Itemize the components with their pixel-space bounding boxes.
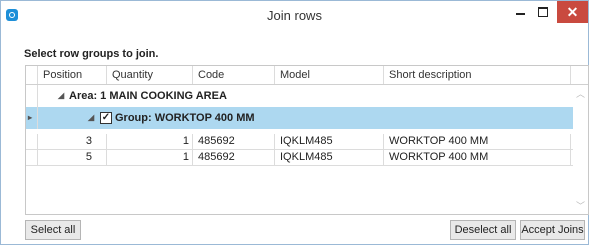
row-selector[interactable] xyxy=(26,85,38,107)
row-groups-grid: Position Quantity Code Model Short descr… xyxy=(25,65,589,215)
checkmark-icon: ✓ xyxy=(101,112,111,123)
column-header-code[interactable]: Code xyxy=(193,66,275,84)
column-header-model[interactable]: Model xyxy=(275,66,384,84)
cell-position: 3 xyxy=(38,134,107,149)
triangle-right-icon: ▸ xyxy=(28,113,33,122)
group-label: Group: WORKTOP 400 MM xyxy=(115,112,255,124)
cell-quantity: 1 xyxy=(107,150,193,165)
accept-joins-button[interactable]: Accept Joins xyxy=(520,220,585,240)
close-icon: ✕ xyxy=(566,3,579,20)
title-bar: Join rows ✕ xyxy=(1,1,588,31)
row-selector[interactable]: ▸ xyxy=(26,107,38,129)
cell-short-description: WORKTOP 400 MM xyxy=(384,134,571,149)
select-all-button[interactable]: Select all xyxy=(25,220,81,240)
column-header-short-description[interactable]: Short description xyxy=(384,66,571,84)
cell-short-description: WORKTOP 400 MM xyxy=(384,150,571,165)
maximize-button[interactable] xyxy=(533,1,553,23)
deselect-all-button[interactable]: Deselect all xyxy=(450,220,516,240)
table-row[interactable]: 3 1 485692 IQKLM485 WORKTOP 400 MM xyxy=(26,134,573,150)
triangle-down-icon[interactable]: ◢ xyxy=(88,107,94,129)
join-rows-dialog: Join rows ✕ Select row groups to join. P… xyxy=(0,0,589,245)
cell-model: IQKLM485 xyxy=(275,150,384,165)
table-row[interactable]: 5 1 485692 IQKLM485 WORKTOP 400 MM xyxy=(26,150,573,166)
grid-header: Position Quantity Code Model Short descr… xyxy=(26,66,588,85)
triangle-down-icon[interactable]: ◢ xyxy=(58,85,64,107)
row-selector[interactable] xyxy=(26,134,38,149)
window-title: Join rows xyxy=(267,8,322,23)
vertical-scrollbar[interactable]: ︿ ﹀ xyxy=(574,85,587,213)
instruction-label: Select row groups to join. xyxy=(24,48,159,60)
scroll-down-icon[interactable]: ﹀ xyxy=(576,199,585,212)
row-selector[interactable] xyxy=(26,150,38,165)
area-label: Area: 1 MAIN COOKING AREA xyxy=(69,90,227,102)
row-selector-header xyxy=(26,66,38,84)
minimize-icon xyxy=(515,12,525,15)
column-header-quantity[interactable]: Quantity xyxy=(107,66,193,84)
cell-model: IQKLM485 xyxy=(275,134,384,149)
cell-code: 485692 xyxy=(193,134,275,149)
cell-quantity: 1 xyxy=(107,134,193,149)
close-button[interactable]: ✕ xyxy=(557,1,588,23)
cell-position: 5 xyxy=(38,150,107,165)
maximize-icon xyxy=(538,7,548,17)
scroll-up-icon[interactable]: ︿ xyxy=(576,87,585,100)
group-checkbox[interactable]: ✓ xyxy=(100,112,112,124)
area-group-row[interactable]: ◢ Area: 1 MAIN COOKING AREA xyxy=(26,85,573,107)
minimize-button[interactable] xyxy=(507,1,533,23)
column-header-position[interactable]: Position xyxy=(38,66,107,84)
group-row[interactable]: ▸ ◢ ✓ Group: WORKTOP 400 MM xyxy=(26,107,573,129)
cell-code: 485692 xyxy=(193,150,275,165)
